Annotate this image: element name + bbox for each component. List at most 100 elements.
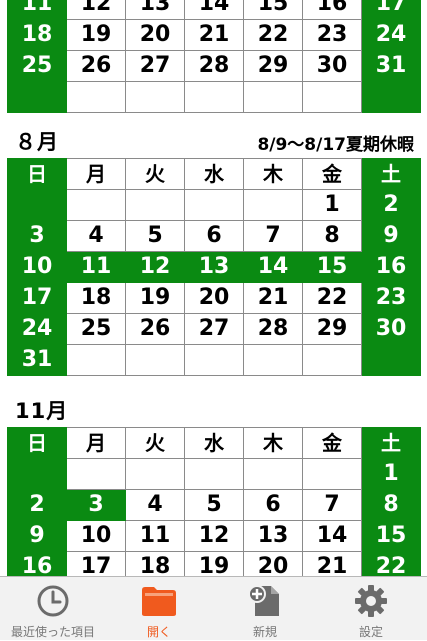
day-cell: 18 <box>66 282 126 314</box>
tab-open[interactable]: 開く <box>106 577 212 641</box>
day-cell: 21 <box>243 282 303 314</box>
week-row: 31 <box>7 344 421 376</box>
day-cell: 12 <box>184 520 244 552</box>
day-cell: 10 <box>66 520 126 552</box>
day-cell: 15 <box>243 0 303 20</box>
day-cell: 25 <box>7 50 67 82</box>
day-cell: 22 <box>243 19 303 51</box>
weekday-header: 月 <box>66 427 126 459</box>
day-cell: 17 <box>361 0 421 20</box>
tab-bar: 最近使った項目 開く 新規 設定 <box>0 576 427 640</box>
month-grid: 日月火水木金土 1 2 3 4 5 6 7 8 9 10 11 12 13 14 15 16 17 18 19 20 2… <box>7 427 421 576</box>
empty-day-cell <box>243 189 303 221</box>
month-grid: 日月火水木金土 1 2 3 4 5 6 7 8 9 10 11 12 13 14 15 16 17 18 19 20 2… <box>7 158 421 376</box>
week-row: 10 11 12 13 14 15 16 <box>7 251 421 283</box>
new-document-icon <box>248 585 279 616</box>
empty-day-cell <box>125 344 185 376</box>
day-cell: 8 <box>361 489 421 521</box>
empty-day-cell <box>361 81 421 113</box>
empty-day-cell <box>66 344 126 376</box>
day-cell: 4 <box>125 489 185 521</box>
empty-day-cell <box>125 189 185 221</box>
month-note: 8/9～8/17夏期休暇 <box>257 135 414 155</box>
day-cell: 19 <box>66 19 126 51</box>
week-row: 9 10 11 12 13 14 15 <box>7 520 421 552</box>
day-cell: 5 <box>125 220 185 252</box>
empty-day-cell <box>302 81 362 113</box>
day-cell: 6 <box>184 220 244 252</box>
day-cell: 10 <box>7 251 67 283</box>
day-cell: 15 <box>361 520 421 552</box>
day-cell: 8 <box>302 220 362 252</box>
day-cell: 14 <box>302 520 362 552</box>
weekday-header: 金 <box>302 427 362 459</box>
day-cell: 27 <box>184 313 244 345</box>
day-cell: 20 <box>125 19 185 51</box>
weekday-header: 日 <box>7 427 67 459</box>
day-cell: 15 <box>302 251 362 283</box>
tab-settings[interactable]: 設定 <box>318 577 424 641</box>
day-cell: 4 <box>66 220 126 252</box>
day-cell: 5 <box>184 489 244 521</box>
day-cell: 18 <box>7 19 67 51</box>
day-cell: 30 <box>361 313 421 345</box>
day-cell: 1 <box>361 458 421 490</box>
day-cell: 16 <box>302 0 362 20</box>
day-cell: 7 <box>302 489 362 521</box>
day-cell: 14 <box>243 251 303 283</box>
day-cell: 19 <box>125 282 185 314</box>
day-cell: 1 <box>302 189 362 221</box>
day-cell: 2 <box>7 489 67 521</box>
day-cell: 11 <box>66 251 126 283</box>
folder-icon <box>142 587 176 616</box>
week-row: 17 18 19 20 21 22 23 <box>7 282 421 314</box>
tab-recent[interactable]: 最近使った項目 <box>0 577 106 641</box>
empty-day-cell <box>184 344 244 376</box>
calendar-month-august: ８月 8/9～8/17夏期休暇 日月火水木金土 1 2 3 4 5 6 7 8 9 10 11 12 1… <box>7 128 421 376</box>
weekday-header: 土 <box>361 158 421 190</box>
day-cell: 7 <box>243 220 303 252</box>
weekday-header: 日 <box>7 158 67 190</box>
empty-day-cell <box>243 458 303 490</box>
empty-day-cell <box>125 81 185 113</box>
day-cell: 9 <box>361 220 421 252</box>
day-cell: 31 <box>361 50 421 82</box>
day-cell: 22 <box>361 551 421 576</box>
day-cell: 17 <box>7 282 67 314</box>
day-cell: 3 <box>7 220 67 252</box>
day-cell: 13 <box>125 0 185 20</box>
day-cell: 20 <box>184 282 244 314</box>
month-grid: 11 12 13 14 15 16 17 18 19 20 21 22 23 24 25 26 27 28 29 30… <box>7 0 421 113</box>
empty-day-cell <box>184 81 244 113</box>
week-row: 12 <box>7 189 421 221</box>
day-cell: 13 <box>184 251 244 283</box>
week-row: 16 17 18 19 20 21 22 <box>7 551 421 576</box>
day-cell: 24 <box>361 19 421 51</box>
calendar-scroll-view[interactable]: 11 12 13 14 15 16 17 18 19 20 21 22 23 24 25 26 27 28 29 30… <box>0 0 427 576</box>
day-cell: 19 <box>184 551 244 576</box>
day-cell: 11 <box>125 520 185 552</box>
weekday-header: 金 <box>302 158 362 190</box>
day-cell: 22 <box>302 282 362 314</box>
empty-day-cell <box>184 189 244 221</box>
weekday-header: 火 <box>125 427 185 459</box>
empty-day-cell <box>125 458 185 490</box>
week-row: 11 12 13 14 15 16 17 <box>7 0 421 20</box>
day-cell: 28 <box>243 313 303 345</box>
week-row: 2345678 <box>7 489 421 521</box>
weekday-header: 木 <box>243 158 303 190</box>
day-cell: 6 <box>243 489 303 521</box>
day-cell: 29 <box>243 50 303 82</box>
day-cell: 18 <box>125 551 185 576</box>
empty-day-cell <box>302 344 362 376</box>
day-cell: 20 <box>243 551 303 576</box>
day-cell: 27 <box>125 50 185 82</box>
day-cell: 16 <box>361 251 421 283</box>
day-cell: 12 <box>66 0 126 20</box>
week-row: 3456789 <box>7 220 421 252</box>
weekday-header: 火 <box>125 158 185 190</box>
tab-new-label: 新規 <box>252 625 277 639</box>
day-cell: 26 <box>125 313 185 345</box>
tab-new[interactable]: 新規 <box>212 577 318 641</box>
day-cell: 9 <box>7 520 67 552</box>
